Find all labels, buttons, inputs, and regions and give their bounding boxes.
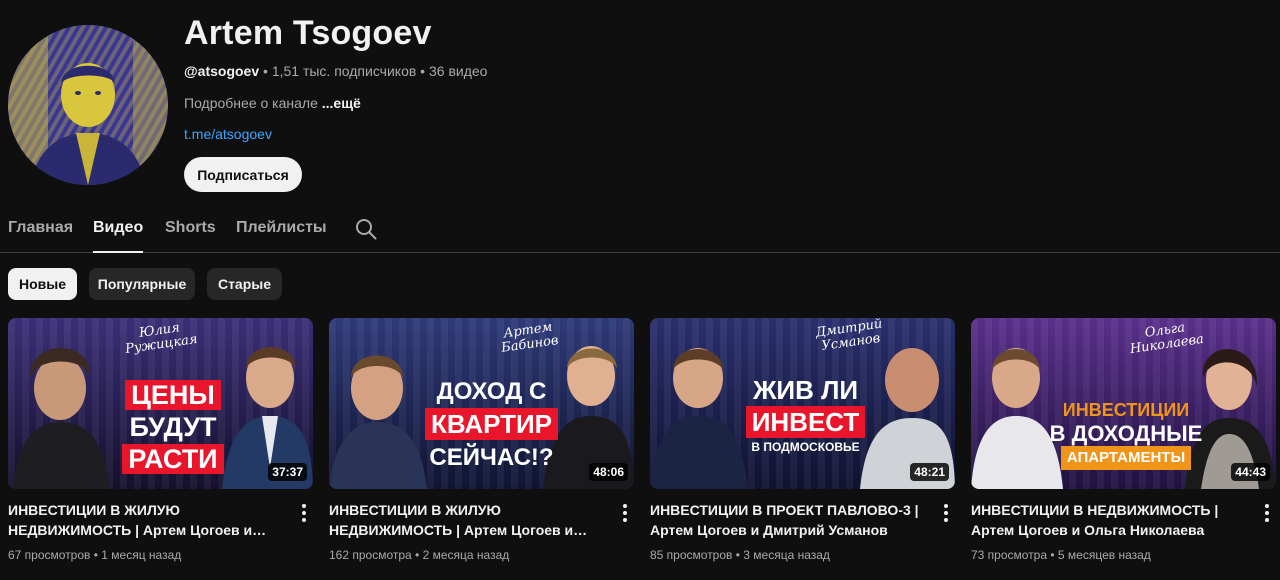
video-title[interactable]: ИНВЕСТИЦИИ В НЕДВИЖИМОСТЬ | Артем Цогоев… bbox=[971, 500, 1246, 540]
thumb-headline-line: ИНВЕСТ bbox=[745, 406, 866, 438]
video-views: 85 просмотров bbox=[650, 548, 733, 562]
video-thumbnail[interactable]: Артем Бабинов ДОХОД С КВАРТИР СЕЙЧАС!? 4… bbox=[329, 318, 634, 489]
video-card: Артем Бабинов ДОХОД С КВАРТИР СЕЙЧАС!? 4… bbox=[329, 318, 634, 562]
meta-separator: • bbox=[1047, 548, 1058, 562]
about-text: Подробнее о канале bbox=[184, 95, 318, 111]
thumb-headline-line: ИНВЕСТИЦИИ bbox=[1062, 400, 1190, 420]
video-duration: 44:43 bbox=[1231, 463, 1270, 481]
thumb-headline-line: ЦЕНЫ bbox=[125, 380, 221, 410]
tab-home[interactable]: Главная bbox=[8, 204, 73, 252]
video-thumbnail[interactable]: Дмитрий Усманов ЖИВ ЛИ ИНВЕСТ В ПОДМОСКО… bbox=[650, 318, 955, 489]
channel-handle: @atsogoev bbox=[184, 63, 260, 79]
thumb-headline-line: КВАРТИР bbox=[424, 408, 559, 440]
video-card: Юлия Ружицкая ЦЕНЫ БУДУТ РАСТИ 37:37 ИНВ… bbox=[8, 318, 313, 562]
meta-separator: • bbox=[259, 63, 272, 79]
chip-newest[interactable]: Новые bbox=[8, 268, 77, 300]
thumb-headline: ЦЕНЫ БУДУТ РАСТИ bbox=[108, 380, 238, 474]
subscribe-button[interactable]: Подписаться bbox=[184, 157, 302, 192]
video-age: 2 месяца назад bbox=[422, 548, 510, 562]
more-vert-icon[interactable] bbox=[1259, 503, 1275, 523]
more-vert-icon[interactable] bbox=[617, 503, 633, 523]
thumb-headline-line: БУДУТ bbox=[129, 412, 217, 442]
video-title[interactable]: ИНВЕСТИЦИИ В ПРОЕКТ ПАВЛОВО-3 | Артем Цо… bbox=[650, 500, 925, 540]
meta-separator: • bbox=[411, 548, 423, 562]
video-age: 5 месяцев назад bbox=[1057, 548, 1151, 562]
video-card: Дмитрий Усманов ЖИВ ЛИ ИНВЕСТ В ПОДМОСКО… bbox=[650, 318, 955, 562]
thumb-headline: ИНВЕСТИЦИИ В ДОХОДНЫЕ АПАРТАМЕНТЫ bbox=[1046, 398, 1206, 470]
video-meta: 73 просмотра • 5 месяцев назад bbox=[971, 548, 1151, 562]
subscriber-count: 1,51 тыс. подписчиков bbox=[271, 63, 417, 79]
video-title[interactable]: ИНВЕСТИЦИИ В ЖИЛУЮ НЕДВИЖИМОСТЬ | Артем … bbox=[8, 500, 283, 540]
chip-oldest[interactable]: Старые bbox=[207, 268, 282, 300]
video-meta: 67 просмотров • 1 месяц назад bbox=[8, 548, 181, 562]
channel-about[interactable]: Подробнее о канале ...ещё bbox=[184, 95, 361, 111]
video-views: 67 просмотров bbox=[8, 548, 91, 562]
video-card: Ольга Николаева ИНВЕСТИЦИИ В ДОХОДНЫЕ АП… bbox=[971, 318, 1276, 562]
video-duration: 48:21 bbox=[910, 463, 949, 481]
thumb-headline-line: В ДОХОДНЫЕ bbox=[1049, 421, 1203, 446]
channel-name: Artem Tsogoev bbox=[184, 14, 432, 52]
video-views: 162 просмотра bbox=[329, 548, 412, 562]
about-more-link[interactable]: ...ещё bbox=[322, 95, 361, 111]
thumb-headline-line: В ПОДМОСКОВЬЕ bbox=[751, 440, 860, 454]
thumb-headline-line: РАСТИ bbox=[122, 444, 224, 474]
thumb-headline-line: ЖИВ ЛИ bbox=[752, 375, 859, 405]
tab-shorts[interactable]: Shorts bbox=[165, 204, 216, 252]
channel-external-link[interactable]: t.me/atsogoev bbox=[184, 126, 272, 142]
video-views: 73 просмотра bbox=[971, 548, 1048, 562]
tab-videos[interactable]: Видео bbox=[93, 204, 144, 253]
thumb-headline-line: АПАРТАМЕНТЫ bbox=[1060, 446, 1192, 470]
meta-separator: • bbox=[416, 63, 429, 79]
video-age: 3 месяца назад bbox=[743, 548, 830, 562]
video-duration: 48:06 bbox=[589, 463, 628, 481]
meta-separator: • bbox=[90, 548, 102, 562]
video-count: 36 видео bbox=[428, 63, 488, 79]
channel-avatar[interactable] bbox=[8, 25, 168, 185]
thumb-headline-line: СЕЙЧАС!? bbox=[429, 444, 554, 471]
thumb-headline: ДОХОД С КВАРТИР СЕЙЧАС!? bbox=[409, 376, 574, 474]
meta-separator: • bbox=[732, 548, 744, 562]
video-meta: 85 просмотров • 3 месяца назад bbox=[650, 548, 830, 562]
search-icon[interactable] bbox=[355, 218, 377, 240]
video-title[interactable]: ИНВЕСТИЦИИ В ЖИЛУЮ НЕДВИЖИМОСТЬ | Артем … bbox=[329, 500, 604, 540]
more-vert-icon[interactable] bbox=[938, 503, 954, 523]
chip-popular[interactable]: Популярные bbox=[89, 268, 195, 300]
thumb-headline-line: ДОХОД С bbox=[436, 378, 547, 405]
more-vert-icon[interactable] bbox=[296, 503, 312, 523]
video-thumbnail[interactable]: Ольга Николаева ИНВЕСТИЦИИ В ДОХОДНЫЕ АП… bbox=[971, 318, 1276, 489]
video-duration: 37:37 bbox=[268, 463, 307, 481]
video-age: 1 месяц назад bbox=[101, 548, 182, 562]
channel-tabs: Главная Видео Shorts Плейлисты bbox=[0, 204, 1280, 253]
video-thumbnail[interactable]: Юлия Ружицкая ЦЕНЫ БУДУТ РАСТИ 37:37 bbox=[8, 318, 313, 489]
channel-meta: @atsogoev • 1,51 тыс. подписчиков • 36 в… bbox=[184, 63, 487, 79]
tab-playlists[interactable]: Плейлисты bbox=[236, 204, 327, 252]
video-meta: 162 просмотра • 2 месяца назад bbox=[329, 548, 509, 562]
thumb-headline: ЖИВ ЛИ ИНВЕСТ В ПОДМОСКОВЬЕ bbox=[738, 374, 873, 456]
